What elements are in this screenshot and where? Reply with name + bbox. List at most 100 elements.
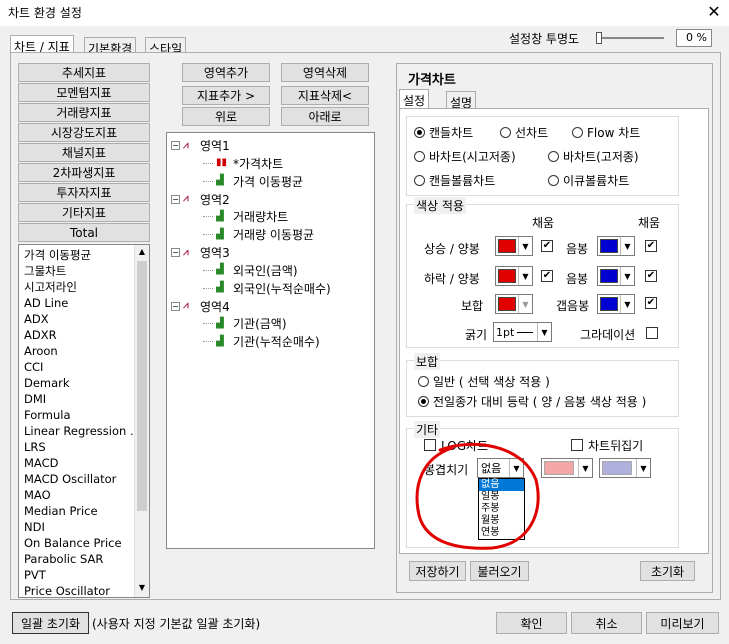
- radio-candle[interactable]: 캔들차트: [414, 124, 473, 141]
- rise-color-picker[interactable]: ▼: [495, 236, 533, 256]
- ok-button[interactable]: 확인: [496, 612, 567, 634]
- radio-bar-ohlc[interactable]: 바차트(시고저종): [414, 148, 516, 165]
- radio-candle-volume[interactable]: 캔들볼륨차트: [414, 172, 495, 189]
- indicator-list-item[interactable]: 가격 이동평균: [19, 247, 135, 263]
- move-down-button[interactable]: 아래로: [281, 107, 369, 126]
- opacity-slider-track[interactable]: [602, 37, 664, 39]
- indicator-list-item[interactable]: CCI: [19, 359, 135, 375]
- radio-line[interactable]: 선차트: [500, 124, 548, 141]
- move-up-button[interactable]: 위로: [182, 107, 270, 126]
- tree-indicator-label: 거래량차트: [233, 210, 289, 224]
- merge-color-picker-2[interactable]: ▼: [599, 458, 651, 478]
- chevron-down-icon: ▼: [537, 323, 551, 341]
- preview-button[interactable]: 미리보기: [646, 612, 719, 634]
- indicator-list-item[interactable]: Median Price: [19, 503, 135, 519]
- category-derivative[interactable]: 2차파생지표: [18, 163, 150, 182]
- rise-fill-checkbox[interactable]: ✔: [541, 240, 553, 252]
- indicator-list[interactable]: 가격 이동평균 그물차트 시고저라인 AD Line ADX ADXR Aroon CCI De…: [18, 244, 150, 598]
- scroll-thumb[interactable]: [137, 261, 147, 511]
- category-etc[interactable]: 기타지표: [18, 203, 150, 222]
- radio-bohap-normal[interactable]: 일반 ( 선택 색상 적용 ): [418, 373, 550, 390]
- thickness-dropdown[interactable]: 1pt ▼: [493, 322, 552, 342]
- indicator-list-item[interactable]: 그물차트: [19, 263, 135, 279]
- indicator-list-item[interactable]: DMI: [19, 391, 135, 407]
- radio-bohap-prev-close[interactable]: 전일종가 대비 등락 ( 양 / 음봉 색상 적용 ): [418, 393, 646, 410]
- tree-area-node[interactable]: − ⩘ 영역2: [171, 191, 230, 208]
- indicator-list-item[interactable]: NDI: [19, 519, 135, 535]
- category-volume[interactable]: 거래량지표: [18, 103, 150, 122]
- indicator-list-item[interactable]: MACD Oscillator: [19, 471, 135, 487]
- indicator-list-item[interactable]: Parabolic SAR: [19, 551, 135, 567]
- delete-indicator-button[interactable]: 지표삭제<: [281, 86, 369, 105]
- tree-indicator-node[interactable]: ▟ 외국인(금액): [203, 262, 298, 279]
- indicator-list-item[interactable]: Formula: [19, 407, 135, 423]
- indicator-list-item[interactable]: MACD: [19, 455, 135, 471]
- scroll-down-icon[interactable]: ▼: [136, 583, 148, 592]
- indicator-list-item[interactable]: AD Line: [19, 295, 135, 311]
- indicator-list-item[interactable]: Aroon: [19, 343, 135, 359]
- save-button[interactable]: 저장하기: [409, 561, 466, 581]
- yin-color-picker-1[interactable]: ▼: [597, 236, 635, 256]
- tree-indicator-node[interactable]: ▮▮ *가격차트: [203, 155, 283, 172]
- fall-color-picker[interactable]: ▼: [495, 266, 533, 286]
- collapse-icon[interactable]: −: [171, 248, 180, 257]
- radio-bar-hlc[interactable]: 바차트(고저종): [548, 148, 639, 165]
- add-indicator-button[interactable]: 지표추가 >: [182, 86, 270, 105]
- add-area-button[interactable]: 영역추가: [182, 63, 270, 82]
- collapse-icon[interactable]: −: [171, 194, 180, 204]
- tree-indicator-node[interactable]: ▟ 가격 이동평균: [203, 173, 303, 190]
- reset-button[interactable]: 초기화: [640, 561, 695, 581]
- tree-area-node[interactable]: − ⩘ 영역3: [171, 244, 230, 261]
- opacity-value[interactable]: 0 %: [676, 29, 712, 47]
- yin-label-1: 음봉: [566, 242, 589, 256]
- indicator-list-item[interactable]: PVT: [19, 567, 135, 583]
- collapse-icon[interactable]: −: [171, 301, 180, 311]
- flip-chart-checkbox[interactable]: [571, 439, 583, 451]
- yin-fill-checkbox-2[interactable]: ✔: [645, 270, 657, 282]
- indicator-list-item[interactable]: LRS: [19, 439, 135, 455]
- indicator-list-item[interactable]: ADX: [19, 311, 135, 327]
- category-total[interactable]: Total: [18, 223, 150, 242]
- tree-indicator-node[interactable]: ▟ 기관(금액): [203, 315, 287, 332]
- gap-color-picker[interactable]: ▼: [597, 294, 635, 314]
- tree-indicator-node[interactable]: ▟ 거래량 이동평균: [203, 226, 314, 243]
- radio-equivolume[interactable]: 이큐볼륨차트: [548, 172, 629, 189]
- indicator-list-item[interactable]: Demark: [19, 375, 135, 391]
- collapse-icon[interactable]: −: [171, 141, 180, 150]
- color-swatch: [600, 269, 618, 283]
- cancel-button[interactable]: 취소: [571, 612, 642, 634]
- category-market-strength[interactable]: 시장강도지표: [18, 123, 150, 142]
- tree-indicator-node[interactable]: ▟ 기관(누적순매수): [203, 333, 320, 350]
- category-investor[interactable]: 투자자지표: [18, 183, 150, 202]
- color-swatch: [498, 269, 516, 283]
- indicator-list-item[interactable]: ADXR: [19, 327, 135, 343]
- merge-color-picker-1[interactable]: ▼: [541, 458, 593, 478]
- load-button[interactable]: 불러오기: [470, 561, 529, 581]
- category-momentum[interactable]: 모멘텀지표: [18, 83, 150, 102]
- tree-area-node[interactable]: − ⩘ 영역4: [171, 298, 230, 315]
- bohap-color-picker[interactable]: ▼: [495, 294, 533, 314]
- tree-indicator-node[interactable]: ▟ 거래량차트: [203, 208, 288, 225]
- reset-all-button[interactable]: 일괄 초기화: [12, 612, 89, 634]
- radio-flow[interactable]: Flow 차트: [572, 124, 640, 141]
- indicator-list-item[interactable]: On Balance Price: [19, 535, 135, 551]
- delete-area-button[interactable]: 영역삭제: [281, 63, 369, 82]
- tree-area-node[interactable]: − ⩘ 영역1: [171, 137, 230, 154]
- indicator-list-item[interactable]: MAO: [19, 487, 135, 503]
- indicator-list-scrollbar[interactable]: ▲ ▼: [134, 245, 149, 597]
- category-trend[interactable]: 추세지표: [18, 63, 150, 82]
- indicator-list-item[interactable]: 시고저라인: [19, 279, 135, 295]
- indicator-list-item[interactable]: Price Oscillator: [19, 583, 135, 597]
- yin-fill-checkbox-1[interactable]: ✔: [645, 240, 657, 252]
- category-channel[interactable]: 채널지표: [18, 143, 150, 162]
- gap-fill-checkbox[interactable]: ✔: [645, 297, 657, 309]
- fall-fill-checkbox[interactable]: ✔: [541, 270, 553, 282]
- area-tree[interactable]: − ⩘ 영역1 ▮▮ *가격차트 ▟ 가격 이동평균 − ⩘ 영역2 ▟ 거래량차트 ▟ 거래량 이동평균…: [166, 132, 375, 549]
- close-icon[interactable]: ✕: [704, 2, 724, 22]
- yin-color-picker-2[interactable]: ▼: [597, 266, 635, 286]
- tree-indicator-node[interactable]: ▟ 외국인(누적순매수): [203, 280, 331, 297]
- indicator-list-item[interactable]: Linear Regression ...: [19, 423, 135, 439]
- scroll-up-icon[interactable]: ▲: [136, 247, 148, 256]
- gradation-checkbox[interactable]: [646, 327, 658, 339]
- color-swatch: [498, 297, 516, 311]
